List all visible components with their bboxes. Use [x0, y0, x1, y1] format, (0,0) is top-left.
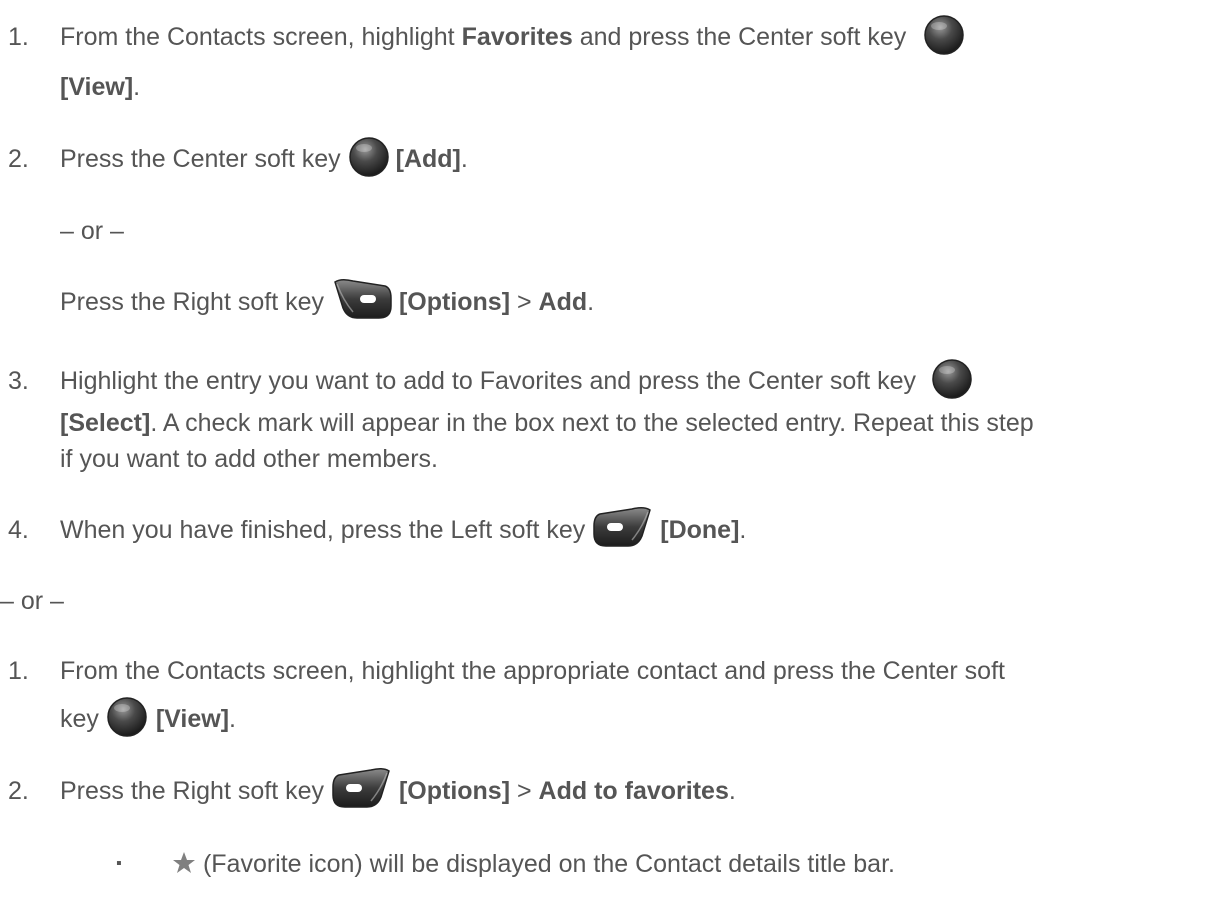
step-2-alt-line: Press the Right soft key [Options] > Add… — [60, 279, 595, 323]
center-soft-key-icon — [348, 137, 389, 178]
step-text: From the Contacts screen, highlight — [60, 23, 462, 51]
step-text: . — [587, 288, 595, 316]
step-text: . — [229, 705, 236, 733]
step-1-line-1: From the Contacts screen, highlight Favo… — [60, 15, 965, 58]
or-separator: – or – — [0, 587, 64, 615]
view-label: [View] — [155, 705, 230, 733]
alt-step-1-line-2: key [View]. — [60, 697, 236, 740]
favorites-label: Favorites — [461, 23, 573, 51]
step-text: and press the Center soft key — [572, 23, 907, 51]
step-text: . — [133, 73, 141, 101]
step-1-number: 1. — [8, 23, 29, 51]
select-label: [Select] — [60, 409, 151, 437]
alt-step-1-line-1: From the Contacts screen, highlight the … — [60, 657, 1005, 685]
step-text: Press the Center soft key — [60, 145, 348, 173]
step-text: When you have finished, press the Left s… — [60, 516, 593, 544]
center-soft-key-icon — [107, 697, 147, 738]
done-label: [Done] — [660, 516, 740, 544]
alt-step-1-number: 1. — [8, 657, 29, 685]
left-soft-key-icon — [593, 507, 652, 548]
step-3-line-1: Highlight the entry you want to add to F… — [60, 359, 973, 402]
add-to-favorites-label: Add to favorites — [538, 777, 729, 805]
options-label: [Options] — [398, 777, 511, 805]
step-text: Highlight the entry you want to add to F… — [60, 367, 917, 395]
center-soft-key-icon — [924, 15, 964, 56]
step-2-number: 2. — [8, 145, 29, 173]
step-2-line: Press the Center soft key [Add]. — [60, 137, 468, 180]
step-4-line: When you have finished, press the Left s… — [60, 507, 747, 551]
step-text: Press the Right soft key — [60, 777, 331, 805]
step-text: Press the Right soft key — [60, 288, 331, 316]
alt-step-2-line: Press the Right soft key [Options] > Add… — [60, 768, 736, 812]
step-text: > — [510, 777, 539, 805]
step-3-line-3: if you want to add other members. — [60, 445, 438, 473]
options-label: [Options] — [398, 288, 511, 316]
center-soft-key-icon — [932, 359, 972, 400]
bullet-line: (Favorite icon) will be displayed on the… — [172, 843, 895, 885]
add-label: [Add] — [395, 145, 461, 173]
alt-step-2-number: 2. — [8, 777, 29, 805]
or-separator-inline: – or – — [60, 217, 124, 245]
step-1-line-2: [View]. — [60, 66, 140, 108]
step-text: > — [510, 288, 539, 316]
favorite-star-icon — [173, 852, 195, 874]
step-text: key — [60, 705, 106, 733]
bullet-marker: ▪ — [116, 855, 122, 872]
step-4-number: 4. — [8, 516, 29, 544]
left-soft-key-icon — [332, 768, 390, 809]
view-label: [View] — [60, 73, 134, 101]
step-text: . — [460, 145, 468, 173]
step-text: . — [728, 777, 736, 805]
step-text: . A check mark will appear in the box ne… — [150, 409, 1034, 437]
step-text: . — [739, 516, 747, 544]
bullet-text: (Favorite icon) will be displayed on the… — [196, 850, 895, 878]
step-3-number: 3. — [8, 367, 29, 395]
right-soft-key-icon — [334, 279, 392, 320]
add-label: Add — [538, 288, 588, 316]
